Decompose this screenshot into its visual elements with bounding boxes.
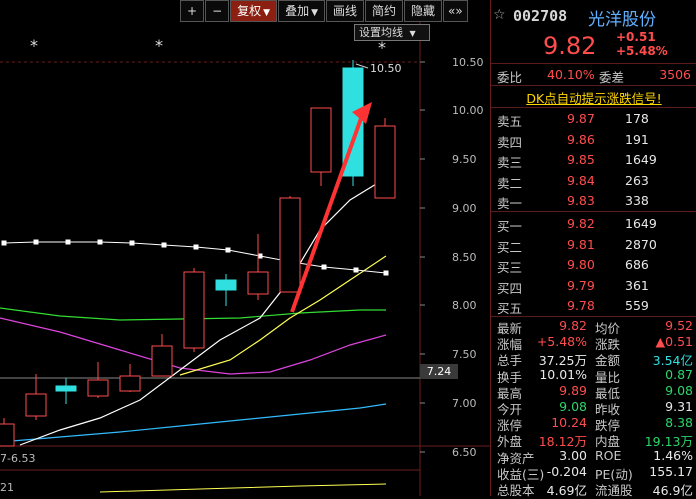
ma-marker xyxy=(65,239,71,245)
y-tick-label: 9.50 xyxy=(452,153,477,166)
star-marker: * xyxy=(30,36,38,55)
overlay-button[interactable]: 叠加 ▼ xyxy=(278,0,325,22)
candle-body xyxy=(247,271,269,295)
ask-row[interactable]: 卖一 9.83 338 xyxy=(491,190,696,211)
ask-row[interactable]: 卖二 9.84 263 xyxy=(491,170,696,191)
candles xyxy=(0,60,396,447)
ma-settings-box[interactable]: 设置均线 ▼ xyxy=(354,24,430,41)
chart-toolbar: + − 复权 ▼ 叠加 ▼ 画线 简约 隐藏 «» xyxy=(180,0,469,22)
ask-row[interactable]: 卖五 9.87 178 xyxy=(491,108,696,129)
stat-row: 净资产 3.00 ROE 1.46% xyxy=(497,447,693,466)
expand-icon[interactable]: «» xyxy=(443,0,468,22)
y-tick-label: 9.00 xyxy=(452,202,477,215)
quote-header: ☆ 002708 光洋股份 xyxy=(491,4,696,30)
stock-code: 002708 xyxy=(513,7,568,25)
bid-row[interactable]: 买三 9.80 686 xyxy=(491,254,696,275)
restore-rights-button[interactable]: 复权 ▼ xyxy=(230,0,278,22)
candlestick-chart[interactable]: 10.50 10.00 9.50 9.00 8.50 8.00 7.50 7.00 6.50 *… xyxy=(0,0,490,496)
stat-row: 总手 37.25万 金额 3.54亿 xyxy=(497,353,693,369)
ask-row[interactable]: 卖四 9.86 191 xyxy=(491,129,696,150)
zoom-out-button[interactable]: − xyxy=(205,0,230,22)
ma-markers xyxy=(1,239,389,276)
high-price-label: 10.50 xyxy=(370,62,402,75)
quote-panel: ☆ 002708 光洋股份 9.82 +0.51 +5.48% 委比 40.10… xyxy=(490,0,696,498)
y-tick-label: 7.50 xyxy=(452,348,477,361)
ma-marker xyxy=(97,239,103,245)
ask-row[interactable]: 卖三 9.85 1649 xyxy=(491,149,696,170)
ma-marker xyxy=(321,264,327,270)
stat-row: 收益(三) -0.204 PE(动) 155.17 xyxy=(497,463,693,482)
bid-row[interactable]: 买二 9.81 2870 xyxy=(491,234,696,255)
range-label: 7-6.53 xyxy=(0,452,35,465)
candle-body xyxy=(25,393,47,417)
candle-body xyxy=(0,423,15,447)
ma-marker xyxy=(225,247,231,253)
ma-marker xyxy=(193,244,199,250)
simple-view-button[interactable]: 简约 xyxy=(365,0,404,22)
stat-row: 最新 9.82 均价 9.52 xyxy=(497,318,693,336)
ma-marker xyxy=(129,240,135,246)
bid-row[interactable]: 买四 9.79 361 xyxy=(491,275,696,296)
y-tick-label: 10.00 xyxy=(452,104,484,117)
candle-body xyxy=(55,385,77,392)
current-price-tag: 7.24 xyxy=(420,364,458,379)
divider xyxy=(491,211,696,212)
high-pointer xyxy=(355,63,369,69)
draw-line-button[interactable]: 画线 xyxy=(326,0,365,22)
ma-marker xyxy=(33,239,39,245)
weibi-row: 委比 40.10% 委差 3506 xyxy=(497,67,691,85)
candle-body xyxy=(215,279,237,291)
ma-marker xyxy=(383,270,389,276)
stat-row: 总股本 4.69亿 流通股 46.9亿 xyxy=(497,483,693,498)
ma-marker xyxy=(161,242,167,248)
star-marker: * xyxy=(155,36,163,55)
ma-marker xyxy=(1,240,7,246)
chevron-down-icon: ▼ xyxy=(409,29,416,38)
bid-row[interactable]: 买一 9.82 1649 xyxy=(491,213,696,234)
ma-marker xyxy=(353,267,359,273)
y-tick-label: 6.50 xyxy=(452,446,477,459)
stat-row: 最高 9.89 最低 9.08 xyxy=(497,382,693,401)
y-tick-label: 8.00 xyxy=(452,299,477,312)
zoom-in-button[interactable]: + xyxy=(180,0,205,22)
last-price: 9.82 xyxy=(543,32,597,60)
candle-body xyxy=(374,125,396,199)
candle-body xyxy=(183,271,205,349)
candle-body xyxy=(310,107,332,173)
stat-row: 换手 10.01% 量比 0.87 xyxy=(497,366,693,385)
stat-row: 今开 9.08 昨收 9.31 xyxy=(497,399,693,417)
stat-row: 涨幅 +5.48% 涨跌 ▲0.51 xyxy=(497,334,693,353)
stock-name: 光洋股份 xyxy=(588,10,656,30)
bid-row[interactable]: 买五 9.78 559 xyxy=(491,295,696,316)
candle-body xyxy=(119,375,141,392)
candle-body xyxy=(151,345,173,377)
hide-button[interactable]: 隐藏 xyxy=(404,0,443,22)
y-axis-ticks: 10.50 10.00 9.50 9.00 8.50 8.00 7.50 7.00 6.50 xyxy=(420,56,484,459)
candle-body xyxy=(279,197,301,293)
volume-ma-line xyxy=(99,483,387,493)
signal-link[interactable]: DK点自动提示涨跌信号! xyxy=(491,88,696,107)
stat-row: 涨停 10.24 跌停 8.38 xyxy=(497,415,693,434)
y-tick-label: 10.50 xyxy=(452,56,484,69)
ma-settings-label: 设置均线 xyxy=(359,26,403,39)
watchlist-icon[interactable]: ☆ xyxy=(493,7,506,23)
stat-row: 外盘 18.12万 内盘 19.13万 xyxy=(497,434,693,450)
volume-label: 21 xyxy=(0,481,14,494)
y-tick-label: 8.50 xyxy=(452,251,477,264)
ma-line-cyan xyxy=(0,403,387,443)
price-change: +0.51 +5.48% xyxy=(616,30,668,58)
divider xyxy=(491,85,696,86)
candle-body xyxy=(87,379,109,397)
y-tick-label: 7.00 xyxy=(452,397,477,410)
